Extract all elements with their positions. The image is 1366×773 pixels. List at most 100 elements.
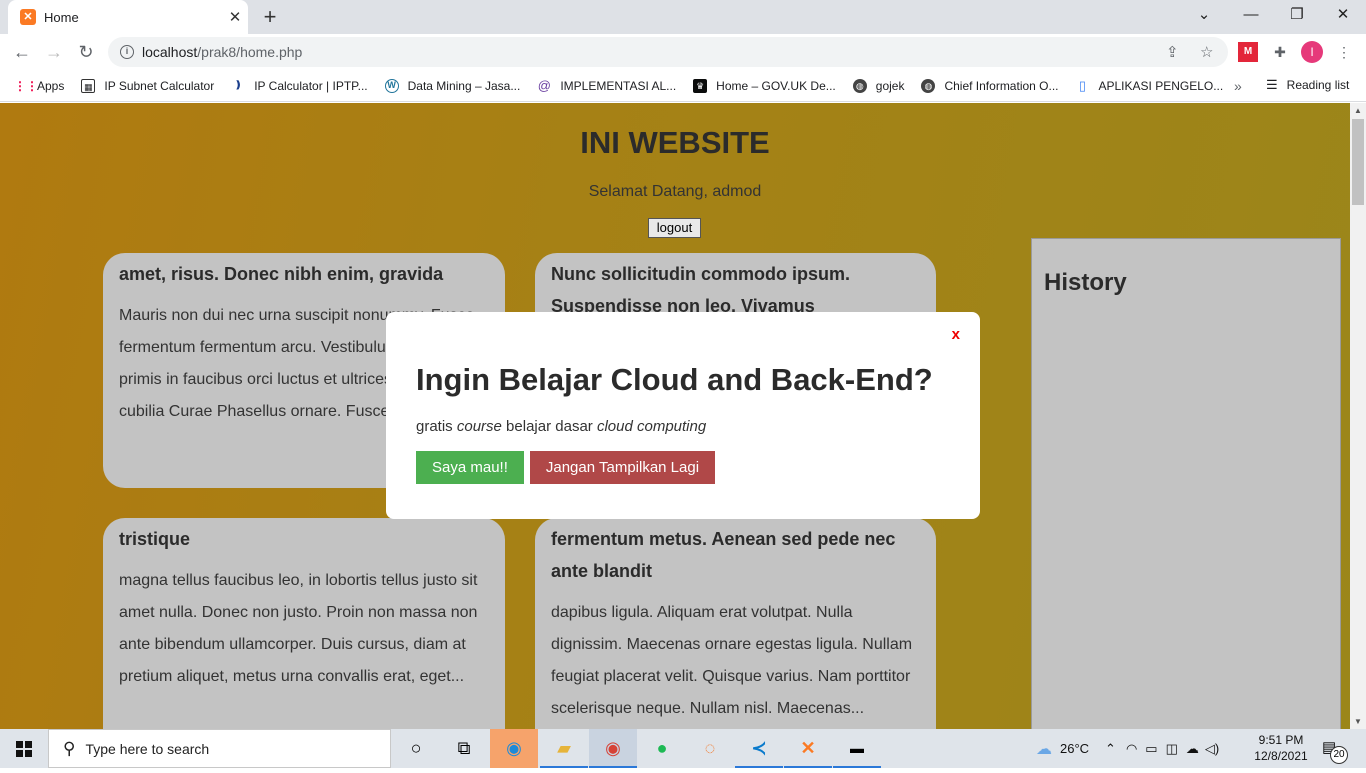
task-view-icon[interactable]: ⧉ <box>440 729 488 768</box>
spotify-icon[interactable]: ● <box>638 729 686 768</box>
reading-list-icon: ☰ <box>1266 77 1278 92</box>
bookmark-label: IP Subnet Calculator <box>104 78 215 93</box>
taskbar-search-box[interactable]: ⚲ Type here to search <box>48 729 391 768</box>
bookmark-label: Apps <box>37 78 65 93</box>
tab-strip: ✕ Home ✕ + ⌄ — ❐ ✕ <box>0 0 1366 34</box>
modal-text-emphasis: course <box>456 418 502 435</box>
url-host: localhost <box>142 44 198 60</box>
bookmark-label: APLIKASI PENGELO... <box>1098 78 1224 93</box>
share-icon[interactable]: ⇪ <box>1166 43 1179 61</box>
bookmark-label: IP Calculator | IPTP... <box>254 78 368 93</box>
bookmark-label: gojek <box>875 78 905 93</box>
back-arrow-icon[interactable]: ← <box>8 38 36 66</box>
bookmarks-overflow-button[interactable]: » <box>1234 78 1242 94</box>
bookmark-star-icon[interactable]: ☆ <box>1200 43 1213 61</box>
dont-show-again-button[interactable]: Jangan Tampilkan Lagi <box>529 451 716 484</box>
tab-search-chevron-icon[interactable]: ⌄ <box>1181 0 1227 30</box>
tray-chevron-up-icon[interactable]: ⌃ <box>1105 741 1116 757</box>
crown-icon: ♛ <box>693 78 708 93</box>
url-text[interactable]: localhost/prak8/home.php <box>142 44 302 60</box>
forward-arrow-icon[interactable]: → <box>40 38 68 66</box>
card-body: magna tellus faucibus leo, in lobortis t… <box>119 572 478 685</box>
bookmark-chief-info[interactable]: ◍ Chief Information O... <box>921 78 1059 93</box>
bookmark-gov-uk[interactable]: ♛ Home – GOV.UK De... <box>693 78 836 93</box>
address-bar[interactable]: i localhost/prak8/home.php ⇪ ☆ <box>108 37 1228 67</box>
chrome-icon[interactable]: ◉ <box>589 729 637 768</box>
promo-modal: x Ingin Belajar Cloud and Back-End? grat… <box>386 312 980 519</box>
bookmark-ip-calculator[interactable]: ❫ IP Calculator | IPTP... <box>231 78 368 93</box>
clock-time: 9:51 PM <box>1258 733 1304 747</box>
card-body: dapibus ligula. Aliquam erat volutpat. N… <box>551 604 913 717</box>
modal-text-part: belajar dasar <box>501 418 597 435</box>
edge-icon[interactable]: ◉ <box>490 729 538 768</box>
bookmark-label: Home – GOV.UK De... <box>716 78 836 93</box>
windows-logo-icon <box>16 741 32 757</box>
bookmark-label: IMPLEMENTASI AL... <box>560 78 677 93</box>
cortana-icon[interactable]: ○ <box>392 729 440 768</box>
close-window-button[interactable]: ✕ <box>1320 0 1366 30</box>
mendeley-extension-icon[interactable]: M <box>1238 42 1258 62</box>
accept-button[interactable]: Saya mau!! <box>416 451 524 484</box>
system-tray: ☁ 26°C ⌃ ◠ ▭ ◫ ☁ ◁) <box>1036 729 1219 768</box>
menu-kebab-icon[interactable]: ⋮ <box>1334 42 1354 62</box>
bookmarks-bar: ⋮⋮ Apps ▦ IP Subnet Calculator ❫ IP Calc… <box>0 70 1366 102</box>
at-icon: @ <box>537 77 551 93</box>
reading-list-label: Reading list <box>1286 78 1350 92</box>
notification-count-badge: 20 <box>1330 746 1348 764</box>
jupyter-icon[interactable]: ◌ <box>686 729 734 768</box>
article-card[interactable]: fermentum metus. Aenean sed pede nec ant… <box>535 518 936 729</box>
page-scrollbar[interactable]: ▲ ▼ <box>1350 103 1366 729</box>
network-wifi-icon[interactable]: ◠ <box>1126 741 1137 757</box>
onedrive-cloud-icon[interactable]: ☁ <box>1186 741 1199 757</box>
card-title: amet, risus. Donec nibh enim, gravida <box>119 264 444 284</box>
bookmark-label: Data Mining – Jasa... <box>407 78 521 93</box>
bookmark-ip-subnet[interactable]: ▦ IP Subnet Calculator <box>81 78 215 93</box>
file-explorer-icon[interactable]: ▰ <box>540 729 588 768</box>
terminal-icon[interactable]: ▬ <box>833 729 881 768</box>
clock-date: 12/8/2021 <box>1254 749 1308 763</box>
logout-button[interactable]: logout <box>648 218 701 238</box>
globe-icon: ◍ <box>852 78 867 93</box>
scroll-thumb[interactable] <box>1352 119 1364 205</box>
bookmark-gojek[interactable]: ◍ gojek <box>852 78 905 93</box>
url-path: /prak8/home.php <box>197 44 303 60</box>
reload-icon[interactable]: ↻ <box>72 38 100 66</box>
xampp-icon[interactable]: ✕ <box>784 729 832 768</box>
bookmark-data-mining[interactable]: W Data Mining – Jasa... <box>384 78 521 93</box>
bookmark-aplikasi[interactable]: ▯ APLIKASI PENGELO... <box>1076 78 1224 93</box>
new-tab-button[interactable]: + <box>256 4 284 30</box>
search-icon: ⚲ <box>63 738 76 758</box>
windows-taskbar: ⚲ Type here to search ○ ⧉ ◉ ▰ ◉ ● ◌ ≺ ✕ … <box>0 729 1366 768</box>
calculator-icon: ▦ <box>81 78 96 93</box>
article-card[interactable]: tristique magna tellus faucibus leo, in … <box>103 518 505 729</box>
bookmark-apps[interactable]: ⋮⋮ Apps <box>14 79 64 93</box>
modal-close-button[interactable]: x <box>952 326 960 343</box>
minimize-button[interactable]: — <box>1228 0 1274 30</box>
weather-temp[interactable]: 26°C <box>1060 741 1089 756</box>
site-info-icon[interactable]: i <box>120 45 134 59</box>
start-button[interactable] <box>0 729 48 768</box>
modal-text-part: gratis <box>416 418 457 435</box>
reading-list-button[interactable]: ☰ Reading list <box>1266 77 1349 93</box>
browser-tab[interactable]: ✕ Home ✕ <box>8 0 248 34</box>
scroll-down-arrow-icon[interactable]: ▼ <box>1354 717 1362 726</box>
vscode-icon[interactable]: ≺ <box>735 729 783 768</box>
globe-icon: ◍ <box>921 78 936 93</box>
meet-now-icon[interactable]: ◫ <box>1166 741 1178 757</box>
modal-text-emphasis: cloud computing <box>596 418 707 435</box>
volume-icon[interactable]: ◁) <box>1205 741 1219 757</box>
taskbar-clock[interactable]: 9:51 PM 12/8/2021 <box>1250 732 1312 764</box>
profile-avatar[interactable]: I <box>1301 41 1323 63</box>
modal-title: Ingin Belajar Cloud and Back-End? <box>416 362 933 397</box>
scroll-up-arrow-icon[interactable]: ▲ <box>1354 106 1362 115</box>
battery-icon[interactable]: ▭ <box>1145 741 1157 757</box>
tab-title: Home <box>44 9 79 25</box>
apps-grid-icon: ⋮⋮ <box>14 78 38 93</box>
search-placeholder: Type here to search <box>85 740 210 757</box>
history-panel: History <box>1031 238 1341 729</box>
extensions-puzzle-icon[interactable]: ✚ <box>1270 42 1290 62</box>
weather-cloud-icon[interactable]: ☁ <box>1036 739 1052 759</box>
restore-button[interactable]: ❐ <box>1274 0 1320 30</box>
tab-close-icon[interactable]: ✕ <box>222 8 248 26</box>
bookmark-implementasi[interactable]: @ IMPLEMENTASI AL... <box>537 77 677 93</box>
